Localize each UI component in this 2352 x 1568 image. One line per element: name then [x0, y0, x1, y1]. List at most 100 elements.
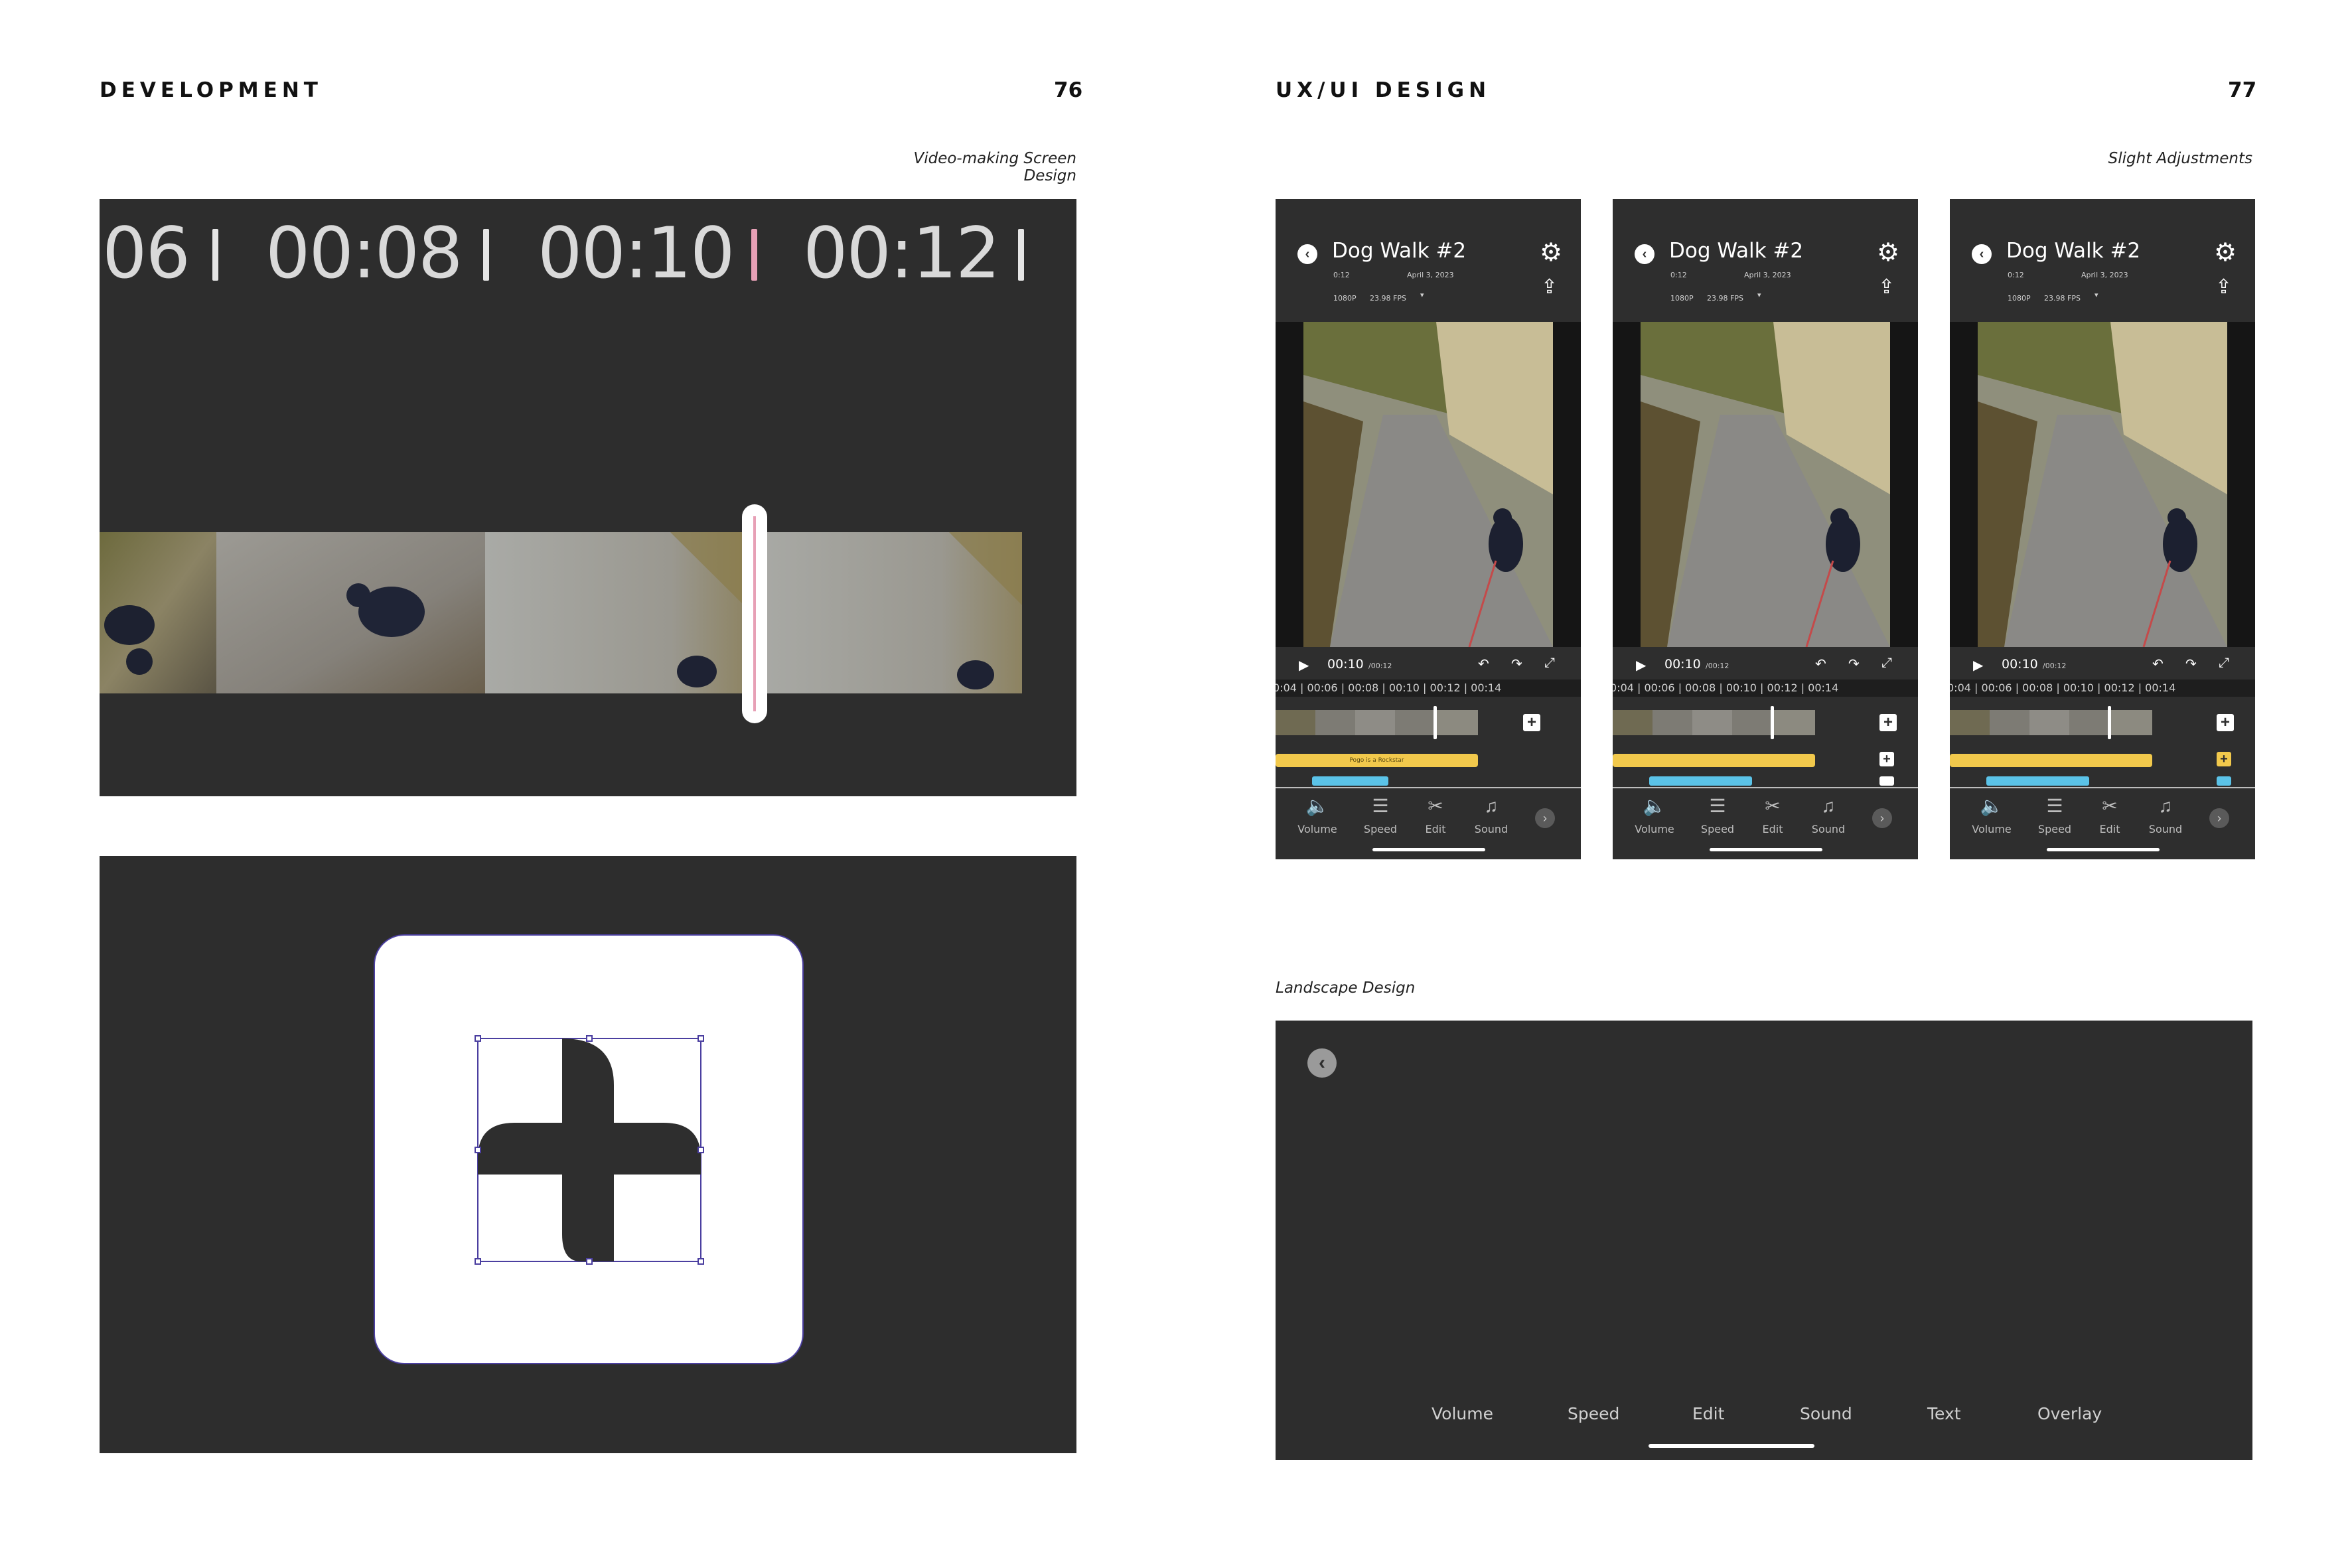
chevron-down-icon[interactable]: ▾ [1420, 291, 1424, 299]
tool-sound[interactable]: Sound [2142, 823, 2189, 835]
volume-icon[interactable]: 🔈 [1631, 796, 1678, 816]
clip-track[interactable] [1613, 710, 1815, 735]
playhead[interactable] [1433, 706, 1437, 739]
section-title-development: DEVELOPMENT [100, 78, 323, 102]
tool-sound[interactable]: Sound [1805, 823, 1852, 835]
tool-speed[interactable]: Speed [2031, 823, 2078, 835]
text-track[interactable] [1312, 776, 1388, 786]
playhead[interactable] [2108, 706, 2111, 739]
video-date: April 3, 2023 [1744, 271, 1791, 279]
current-time: 00:10 [2002, 657, 2038, 672]
playhead[interactable] [1771, 706, 1774, 739]
back-icon[interactable]: ‹ [1307, 1048, 1337, 1078]
add-audio-button[interactable]: + [2217, 752, 2231, 766]
music-note-icon[interactable]: ♫ [2142, 796, 2189, 816]
fps-dropdown[interactable]: 23.98 FPS [1707, 294, 1743, 303]
tool-volume[interactable]: Volume [1631, 823, 1678, 835]
speed-icon[interactable]: ☰ [1694, 796, 1741, 816]
video-preview[interactable] [1613, 322, 1918, 647]
play-icon[interactable]: ▶ [1636, 657, 1646, 674]
undo-icon[interactable]: ↶ [1478, 656, 1489, 672]
play-icon[interactable]: ▶ [1299, 657, 1309, 674]
back-icon[interactable]: ‹ [1635, 244, 1654, 264]
tool-volume[interactable]: Volume [1294, 823, 1341, 835]
video-title[interactable]: Dog Walk #2 [1332, 239, 1466, 263]
fullscreen-icon[interactable]: ⤢ [1881, 656, 1892, 671]
chevron-right-icon[interactable]: › [1535, 808, 1555, 828]
tool-edit[interactable]: Edit [1412, 823, 1459, 835]
music-note-icon[interactable]: ♫ [1805, 796, 1852, 816]
tool-sound[interactable]: Sound [1468, 823, 1514, 835]
add-text-button[interactable] [1879, 776, 1894, 786]
fps-dropdown[interactable]: 23.98 FPS [2044, 294, 2081, 303]
chevron-down-icon[interactable]: ▾ [1757, 291, 1761, 299]
video-preview[interactable] [1276, 322, 1581, 647]
speed-icon[interactable]: ☰ [2031, 796, 2078, 816]
undo-icon[interactable]: ↶ [1815, 656, 1826, 672]
total-time: /00:12 [1368, 662, 1392, 670]
play-icon[interactable]: ▶ [1973, 657, 1983, 674]
gear-icon[interactable]: ⚙ [1877, 240, 1899, 265]
undo-icon[interactable]: ↶ [2152, 656, 2164, 672]
share-icon[interactable]: ⇪ [2215, 277, 2232, 297]
tool-speed[interactable]: Speed [1357, 823, 1404, 835]
landscape-tool-sound[interactable]: Sound [1800, 1404, 1852, 1423]
volume-icon[interactable]: 🔈 [1294, 796, 1341, 816]
fps-dropdown[interactable]: 23.98 FPS [1370, 294, 1406, 303]
divider [1276, 787, 1581, 788]
text-track[interactable] [1649, 776, 1752, 786]
back-icon[interactable]: ‹ [1972, 244, 1992, 264]
scissors-icon[interactable]: ✂ [2087, 796, 2133, 816]
speed-icon[interactable]: ☰ [1357, 796, 1404, 816]
landscape-tool-volume[interactable]: Volume [1432, 1404, 1493, 1423]
tool-speed[interactable]: Speed [1694, 823, 1741, 835]
video-preview[interactable] [1950, 322, 2255, 647]
chevron-right-icon[interactable]: › [2209, 808, 2229, 828]
text-track[interactable] [1986, 776, 2089, 786]
scissors-icon[interactable]: ✂ [1749, 796, 1796, 816]
clip-track[interactable] [1950, 710, 2152, 735]
quality-label[interactable]: 1080P [2008, 294, 2031, 303]
fullscreen-icon[interactable]: ⤢ [1544, 656, 1555, 671]
landscape-tool-speed[interactable]: Speed [1568, 1404, 1619, 1423]
redo-icon[interactable]: ↷ [1848, 656, 1860, 672]
add-clip-button[interactable]: + [2217, 714, 2234, 731]
share-icon[interactable]: ⇪ [1541, 277, 1558, 297]
chevron-right-icon[interactable]: › [1872, 808, 1892, 828]
fullscreen-icon[interactable]: ⤢ [2219, 656, 2229, 671]
video-title[interactable]: Dog Walk #2 [2006, 239, 2140, 263]
redo-icon[interactable]: ↷ [2185, 656, 2197, 672]
home-indicator [2047, 848, 2160, 851]
chevron-down-icon[interactable]: ▾ [2095, 291, 2098, 299]
audio-track[interactable]: Pogo is a Rockstar [1276, 754, 1478, 767]
music-note-icon[interactable]: ♫ [1468, 796, 1514, 816]
tool-volume[interactable]: Volume [1968, 823, 2015, 835]
add-clip-button[interactable]: + [1523, 714, 1540, 731]
share-icon[interactable]: ⇪ [1878, 277, 1895, 297]
landscape-tool-overlay[interactable]: Overlay [2037, 1404, 2102, 1423]
landscape-tool-text[interactable]: Text [1927, 1404, 1961, 1423]
timeline-label-0012: 00:12 [803, 212, 1000, 294]
audio-track[interactable] [1613, 754, 1815, 767]
redo-icon[interactable]: ↷ [1511, 656, 1522, 672]
audio-track[interactable] [1950, 754, 2152, 767]
add-clip-button[interactable]: + [1879, 714, 1897, 731]
clip-track[interactable] [1276, 710, 1478, 735]
tool-edit[interactable]: Edit [1749, 823, 1796, 835]
add-audio-button[interactable]: + [1879, 752, 1894, 766]
landscape-tool-edit[interactable]: Edit [1692, 1404, 1724, 1423]
volume-icon[interactable]: 🔈 [1968, 796, 2015, 816]
add-text-button[interactable] [2217, 776, 2231, 786]
quality-label[interactable]: 1080P [1333, 294, 1357, 303]
video-film-strip[interactable] [100, 532, 1022, 693]
timeline-separator [1018, 229, 1024, 281]
scissors-icon[interactable]: ✂ [1412, 796, 1459, 816]
gear-icon[interactable]: ⚙ [2214, 240, 2237, 265]
playhead-handle[interactable] [742, 504, 767, 723]
gear-icon[interactable]: ⚙ [1540, 240, 1562, 265]
back-icon[interactable]: ‹ [1297, 244, 1317, 264]
tool-edit[interactable]: Edit [2087, 823, 2133, 835]
phone-mockup-3: ‹ Dog Walk #2 0:12 April 3, 2023 1080P 2… [1950, 199, 2255, 859]
video-title[interactable]: Dog Walk #2 [1669, 239, 1803, 263]
quality-label[interactable]: 1080P [1670, 294, 1694, 303]
